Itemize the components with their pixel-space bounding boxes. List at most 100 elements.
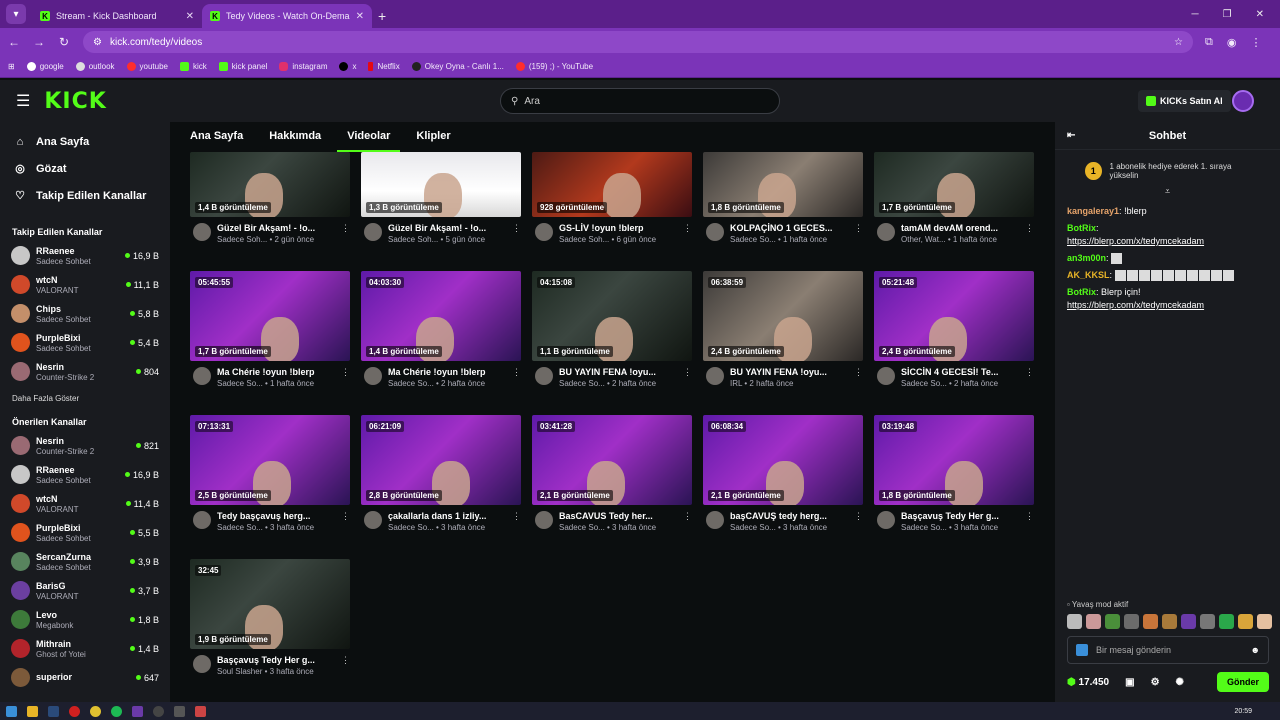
more-options-icon[interactable]: ⋮ xyxy=(341,223,350,244)
video-title[interactable]: Güzel Bir Akşam! - !o... xyxy=(217,223,333,233)
buy-kicks-button[interactable]: KICKs Satın Al xyxy=(1138,90,1231,112)
emote-icon[interactable] xyxy=(1105,614,1120,629)
forward-icon[interactable]: → xyxy=(28,35,50,49)
video-card[interactable]: 1,3 B görüntüleme Güzel Bir Akşam! - !o..… xyxy=(361,152,521,244)
video-card[interactable]: 03:19:48 1,8 B görüntüleme Başçavuş Tedy H… xyxy=(874,415,1034,532)
bookmark-outlook[interactable]: outlook xyxy=(75,62,115,71)
new-tab-button[interactable]: + xyxy=(378,8,386,24)
user-avatar[interactable] xyxy=(1232,90,1254,112)
sidebar-item-following[interactable]: ♡ Takip Edilen Kanallar xyxy=(0,182,170,209)
bookmark-youtube[interactable]: youtube xyxy=(126,62,168,71)
video-thumbnail[interactable]: 928 görüntüleme xyxy=(532,152,692,217)
video-card[interactable]: 04:03:30 1,4 B görüntüleme Ma Chérie !oyun… xyxy=(361,271,521,388)
channel-avatar[interactable] xyxy=(877,367,895,385)
expand-pinned-icon[interactable]: ⩡ xyxy=(1055,186,1280,197)
emote-icon[interactable] xyxy=(1162,614,1177,629)
sidebar-channel-purplebixi[interactable]: PurpleBixi Sadece Sohbet 5,5 B xyxy=(0,518,170,547)
video-thumbnail[interactable]: 1,3 B görüntüleme xyxy=(361,152,521,217)
video-title[interactable]: GS-LİV !oyun !blerp xyxy=(559,223,675,233)
more-options-icon[interactable]: ⋮ xyxy=(683,511,692,532)
tab-clips[interactable]: Klipler xyxy=(406,128,460,152)
video-title[interactable]: başCAVUŞ tedy herg... xyxy=(730,511,846,521)
sidebar-channel-mithrain[interactable]: Mithrain Ghost of Yotei 1,4 B xyxy=(0,634,170,663)
video-title[interactable]: Ma Chérie !oyun !blerp xyxy=(217,367,333,377)
video-card[interactable]: 04:15:08 1,1 B görüntüleme BU YAYIN FENA !… xyxy=(532,271,692,388)
video-title[interactable]: Tedy başçavuş herg... xyxy=(217,511,333,521)
show-more-link[interactable]: Daha Fazla Göster xyxy=(0,386,170,405)
chat-username[interactable]: BotRix xyxy=(1067,223,1096,233)
emote-icon[interactable] xyxy=(1086,614,1101,629)
browser-tab-dashboard[interactable]: K Stream - Kick Dashboard ✕ xyxy=(32,4,202,28)
sidebar-channel-chips[interactable]: Chips Sadece Sohbet 5,8 B xyxy=(0,299,170,328)
app-icon[interactable] xyxy=(174,705,185,717)
sidebar-channel-purplebixi[interactable]: PurpleBixi Sadece Sohbet 5,4 B xyxy=(0,328,170,357)
chat-username[interactable]: kangaleray1 xyxy=(1067,206,1119,216)
channel-avatar[interactable] xyxy=(193,511,211,529)
file-explorer-icon[interactable] xyxy=(27,705,38,717)
more-options-icon[interactable]: ⋮ xyxy=(512,223,521,244)
emote-icon[interactable] xyxy=(1219,614,1234,629)
more-options-icon[interactable]: ⋮ xyxy=(854,367,863,388)
video-thumbnail[interactable]: 06:21:09 2,8 B görüntüleme xyxy=(361,415,521,505)
video-card[interactable]: 03:41:28 2,1 B görüntüleme BasCAVUS Tedy h… xyxy=(532,415,692,532)
sidebar-channel-wtcn[interactable]: wtcN VALORANT 11,1 B xyxy=(0,270,170,299)
sidebar-channel-rraenee[interactable]: RRaenee Sadece Sohbet 16,9 B xyxy=(0,460,170,489)
channel-avatar[interactable] xyxy=(877,223,895,241)
bookmark-google[interactable]: google xyxy=(26,62,64,71)
channel-avatar[interactable] xyxy=(364,223,382,241)
channel-avatar[interactable] xyxy=(193,223,211,241)
search-input[interactable]: ⚲ Ara xyxy=(500,88,780,114)
emote-icon[interactable] xyxy=(1200,614,1215,629)
sidebar-item-browse[interactable]: ◎ Gözat xyxy=(0,155,170,182)
video-title[interactable]: çakallarla dans 1 izliy... xyxy=(388,511,504,521)
profile-icon[interactable]: ◉ xyxy=(1227,36,1237,49)
menu-icon[interactable]: ⋮ xyxy=(1250,36,1261,49)
site-info-icon[interactable]: ⚙ xyxy=(93,37,102,48)
emote-icon[interactable] xyxy=(1257,614,1272,629)
video-thumbnail[interactable]: 32:45 1,9 B görüntüleme xyxy=(190,559,350,649)
windows-start-icon[interactable] xyxy=(6,705,17,717)
channel-avatar[interactable] xyxy=(706,223,724,241)
url-field[interactable]: ⚙ kick.com/tedy/videos ☆ xyxy=(83,31,1193,53)
video-title[interactable]: BasCAVUS Tedy her... xyxy=(559,511,675,521)
tab-videos[interactable]: Videolar xyxy=(337,128,401,152)
more-options-icon[interactable]: ⋮ xyxy=(512,511,521,532)
chat-username[interactable]: BotRix xyxy=(1067,287,1096,297)
menu-hamburger-icon[interactable]: ☰ xyxy=(16,91,30,111)
chat-link[interactable]: https://blerp.com/x/tedymcekadam xyxy=(1067,236,1204,246)
emote-icon[interactable] xyxy=(1181,614,1196,629)
channel-avatar[interactable] xyxy=(706,367,724,385)
video-thumbnail[interactable]: 1,7 B görüntüleme xyxy=(874,152,1034,217)
bookmark-kick-panel[interactable]: kick panel xyxy=(218,62,267,71)
sidebar-channel-superior[interactable]: superior 647 xyxy=(0,663,170,692)
bookmark-instagram[interactable]: instagram xyxy=(279,62,327,71)
settings-icon[interactable]: ⚙ xyxy=(1151,677,1160,688)
opera-icon[interactable] xyxy=(69,705,80,717)
emoji-icon[interactable]: ☻ xyxy=(1251,645,1260,655)
video-thumbnail[interactable]: 1,8 B görüntüleme xyxy=(703,152,863,217)
emote-icon[interactable] xyxy=(1124,614,1139,629)
more-options-icon[interactable]: ⋮ xyxy=(1025,511,1034,532)
restore-icon[interactable]: ❐ xyxy=(1223,9,1232,20)
bookmark-star-icon[interactable]: ☆ xyxy=(1174,37,1183,48)
video-card[interactable]: 07:13:31 2,5 B görüntüleme Tedy başçavuş h… xyxy=(190,415,350,532)
close-tab-icon[interactable]: ✕ xyxy=(356,11,364,22)
steam-icon[interactable] xyxy=(48,705,59,717)
video-card[interactable]: 32:45 1,9 B görüntüleme Başçavuş Tedy Her … xyxy=(190,559,350,676)
sidebar-channel-nesrin[interactable]: Nesrin Counter-Strike 2 804 xyxy=(0,357,170,386)
video-card[interactable]: 928 görüntüleme GS-LİV !oyun !blerp Sadece… xyxy=(532,152,692,244)
more-options-icon[interactable]: ⋮ xyxy=(341,511,350,532)
more-options-icon[interactable]: ⋮ xyxy=(341,367,350,388)
video-card[interactable]: 05:21:48 2,4 B görüntüleme SİCCİN 4 GECESİ… xyxy=(874,271,1034,388)
tab-home[interactable]: Ana Sayfa xyxy=(190,128,253,152)
video-card[interactable]: 06:38:59 2,4 B görüntüleme BU YAYIN FENA !… xyxy=(703,271,863,388)
obs-icon[interactable] xyxy=(153,705,164,717)
channel-avatar[interactable] xyxy=(706,511,724,529)
bookmark-netflix[interactable]: Netflix xyxy=(368,62,400,71)
chrome-icon[interactable] xyxy=(90,705,101,717)
video-card[interactable]: 06:21:09 2,8 B görüntüleme çakallarla dans… xyxy=(361,415,521,532)
more-options-icon[interactable]: ⋮ xyxy=(854,511,863,532)
reload-icon[interactable]: ↻ xyxy=(53,35,75,49)
channel-points[interactable]: ⬢ 17.450 xyxy=(1067,677,1109,688)
emote-icon[interactable] xyxy=(1067,614,1082,629)
